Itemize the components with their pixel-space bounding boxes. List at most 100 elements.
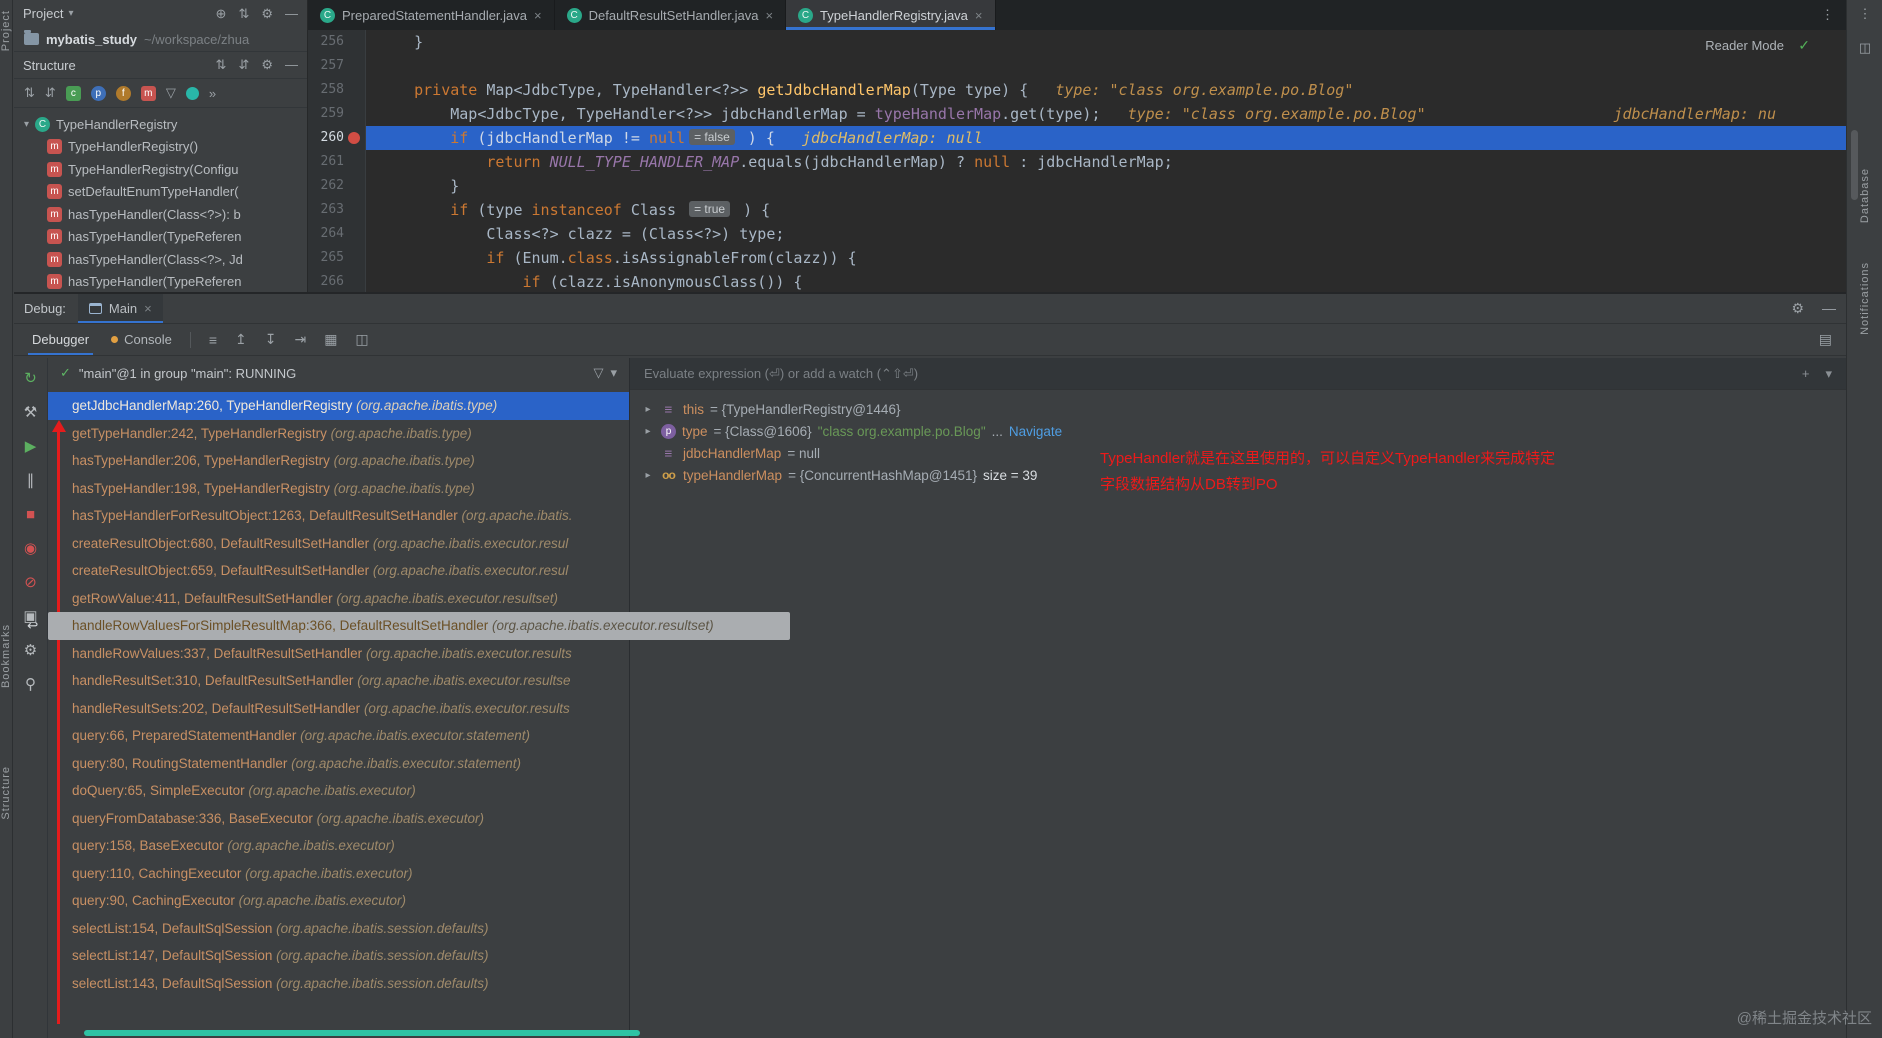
pin-icon[interactable]: ⚲ — [25, 674, 36, 695]
code-line[interactable]: 256 } — [308, 30, 1846, 54]
frames-filter-icon[interactable]: ▽ — [593, 365, 603, 381]
variable-row[interactable]: ▸ p type = {Class@1606} "class org.example… — [630, 420, 1846, 442]
structure-class-item[interactable]: ▾ C TypeHandlerRegistry — [14, 113, 307, 136]
view-grid-icon[interactable]: ▦ — [324, 331, 337, 348]
pause-icon[interactable]: ∥ — [27, 470, 35, 491]
code-line[interactable]: 266 if (clazz.isAnonymousClass()) { — [308, 270, 1846, 292]
resume-icon[interactable]: ▶ — [25, 436, 37, 457]
show-methods-icon[interactable]: m — [140, 85, 156, 101]
structure-method-item[interactable]: m hasTypeHandler(Class<?>, Jd — [14, 248, 307, 271]
bookmarks-stripe-label[interactable]: Bookmarks — [0, 624, 13, 688]
evaluate-expression-bar[interactable]: Evaluate expression (⏎) or add a watch (… — [630, 358, 1846, 390]
chevron-right-icon[interactable]: ▸ — [642, 404, 654, 415]
code-line[interactable]: 261 return NULL_TYPE_HANDLER_MAP.equals(… — [308, 150, 1846, 174]
structure-method-item[interactable]: m setDefaultEnumTypeHandler( — [14, 181, 307, 204]
step-filter-icon[interactable]: ⇥ — [294, 331, 306, 348]
code-line[interactable]: 259 Map<JdbcType, TypeHandler<?>> jdbcHa… — [308, 102, 1846, 126]
structure-method-item[interactable]: m hasTypeHandler(TypeReferen — [14, 271, 307, 293]
database-stripe-label[interactable]: Database — [1859, 168, 1872, 223]
breakpoint-icon[interactable] — [348, 132, 360, 144]
stack-frame[interactable]: createResultObject:659, DefaultResultSet… — [48, 557, 629, 585]
editor-tab[interactable]: C TypeHandlerRegistry.java × — [786, 0, 996, 30]
show-properties-icon[interactable]: p — [90, 85, 106, 101]
stack-frame[interactable]: queryFromDatabase:336, BaseExecutor (org… — [48, 805, 629, 833]
hide-panel-icon[interactable]: — — [285, 6, 298, 22]
structure-title[interactable]: Structure — [23, 58, 76, 73]
project-stripe-label[interactable]: Project — [0, 10, 13, 51]
notifications-stripe-label[interactable]: Notifications — [1859, 262, 1872, 335]
code-line[interactable]: 257 — [308, 54, 1846, 78]
stack-frame[interactable]: query:90, CachingExecutor (org.apache.ib… — [48, 887, 629, 915]
export-threads-icon[interactable]: ↧ — [265, 331, 277, 348]
tab-debugger[interactable]: Debugger — [28, 324, 94, 355]
evaluate-caret-icon[interactable]: ▾ — [1825, 366, 1832, 382]
code-line[interactable]: 265 if (Enum.class.isAssignableFrom(claz… — [308, 246, 1846, 270]
project-settings-icon[interactable]: ⚙ — [261, 6, 273, 22]
back-arrow-icon[interactable]: ↩ — [27, 612, 38, 640]
structure-method-item[interactable]: m TypeHandlerRegistry() — [14, 136, 307, 159]
editor-scrollbar[interactable] — [1851, 130, 1858, 200]
thread-row[interactable]: ✓ "main"@1 in group "main": RUNNING ▽ ▾ — [48, 358, 629, 388]
debugger-settings-icon[interactable]: ⚙ — [24, 640, 37, 661]
rerun-debug-icon[interactable]: ↻ — [24, 368, 37, 389]
code-line[interactable]: 262 } — [308, 174, 1846, 198]
stack-frame[interactable]: ↩ handleRowValuesForSimpleResultMap:366, … — [27, 612, 790, 640]
structure-method-item[interactable]: m hasTypeHandler(Class<?>): b — [14, 203, 307, 226]
chevron-right-icon[interactable]: ▸ — [642, 426, 654, 437]
stack-frame[interactable]: getRowValue:411, DefaultResultSetHandler… — [48, 585, 629, 613]
restore-layout-icon[interactable]: ≡ — [209, 332, 217, 348]
expand-icon[interactable]: ▾ — [24, 119, 29, 130]
thread-dump-icon[interactable]: ↥ — [235, 331, 247, 348]
close-icon[interactable]: × — [144, 301, 152, 316]
stack-frame[interactable]: selectList:154, DefaultSqlSession (org.a… — [48, 915, 629, 943]
stack-frame[interactable]: handleResultSet:310, DefaultResultSetHan… — [48, 667, 629, 695]
split-panels-icon[interactable]: ◫ — [355, 331, 368, 348]
sort-icon[interactable]: ⇅ — [216, 57, 227, 73]
project-title[interactable]: Project — [23, 6, 63, 21]
stop-icon[interactable]: ■ — [26, 504, 35, 525]
tab-console[interactable]: Console — [111, 324, 172, 355]
mute-breakpoints-icon[interactable]: ⊘ — [24, 572, 37, 593]
hide-debug-icon[interactable]: — — [1822, 300, 1836, 317]
code-editor[interactable]: 256 } 257 258 private Map<JdbcType, TypeHa… — [308, 30, 1846, 292]
code-line[interactable]: 263 if (type instanceof Class = true ) { — [308, 198, 1846, 222]
stack-frame[interactable]: getTypeHandler:242, TypeHandlerRegistry … — [48, 420, 629, 448]
stack-frame[interactable]: query:158, BaseExecutor (org.apache.ibat… — [48, 832, 629, 860]
azure-plugin-icon[interactable] — [185, 86, 199, 100]
close-icon[interactable]: × — [765, 8, 773, 23]
frames-horizontal-scrollbar[interactable] — [84, 1030, 640, 1036]
more-icon[interactable]: » — [209, 86, 216, 101]
chevron-right-icon[interactable]: ▸ — [642, 470, 654, 481]
show-fields-icon[interactable]: f — [115, 85, 131, 101]
view-breakpoints-icon[interactable]: ◉ — [24, 538, 37, 559]
add-watch-icon[interactable]: + — [1802, 366, 1810, 382]
stack-frame[interactable]: hasTypeHandler:206, TypeHandlerRegistry … — [48, 447, 629, 475]
frames-filter-caret-icon[interactable]: ▾ — [610, 365, 617, 381]
layout-settings-icon[interactable]: ▤ — [1819, 331, 1832, 348]
reader-mode-check-icon[interactable]: ✓ — [1798, 37, 1810, 54]
editor-tab[interactable]: C PreparedStatementHandler.java × — [308, 0, 555, 30]
stack-frame[interactable]: handleResultSets:202, DefaultResultSetHa… — [48, 695, 629, 723]
tab-options-icon[interactable]: ⋮ — [1821, 7, 1846, 23]
stack-frame[interactable]: hasTypeHandlerForResultObject:1263, Defa… — [48, 502, 629, 530]
stack-frame[interactable]: query:80, RoutingStatementHandler (org.a… — [48, 750, 629, 778]
sort-alt-icon[interactable]: ⇵ — [238, 57, 249, 73]
show-classes-icon[interactable]: c — [65, 85, 81, 101]
structure-stripe-label[interactable]: Structure — [0, 766, 13, 820]
stack-frame[interactable]: getJdbcHandlerMap:260, TypeHandlerRegist… — [48, 392, 629, 420]
hide-structure-icon[interactable]: — — [285, 57, 298, 73]
stripe-split-icon[interactable]: ◫ — [1847, 40, 1882, 56]
reader-mode-label[interactable]: Reader Mode — [1705, 38, 1784, 53]
build-icon[interactable]: ⚒ — [24, 402, 37, 423]
stack-frame[interactable]: selectList:143, DefaultSqlSession (org.a… — [48, 970, 629, 998]
stack-frame[interactable]: selectList:147, DefaultSqlSession (org.a… — [48, 942, 629, 970]
collapse-all-icon[interactable]: ⇅ — [238, 6, 249, 22]
filter-icon[interactable]: ▽ — [166, 85, 176, 101]
stack-frame[interactable]: createResultObject:680, DefaultResultSet… — [48, 530, 629, 558]
editor-tab[interactable]: C DefaultResultSetHandler.java × — [555, 0, 787, 30]
sort-alpha-icon[interactable]: ⇅ — [24, 85, 35, 101]
stripe-options-icon[interactable]: ⋮ — [1847, 6, 1882, 22]
locate-file-icon[interactable]: ⊕ — [216, 6, 227, 22]
variable-row[interactable]: ▸ ≡ this = {TypeHandlerRegistry@1446} — [630, 398, 1846, 420]
stack-frame[interactable]: handleRowValues:337, DefaultResultSetHan… — [48, 640, 629, 668]
